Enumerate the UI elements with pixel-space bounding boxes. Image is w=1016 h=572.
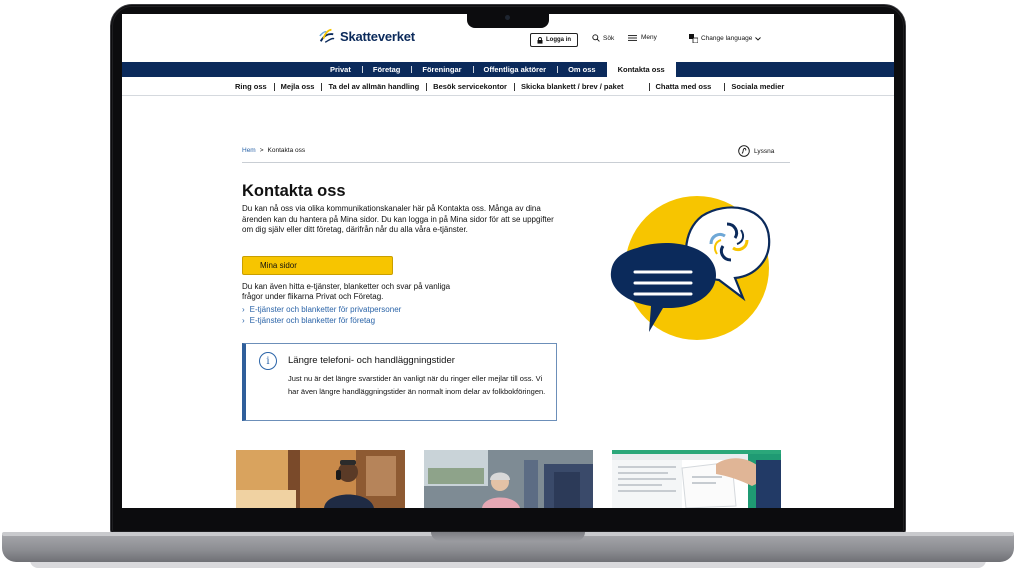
translate-icon (689, 34, 698, 43)
subnav-sociala-medier[interactable]: Sociala medier (724, 82, 791, 91)
chat-bubbles-illustration (610, 196, 771, 340)
subnav-besok-servicekontor[interactable]: Besök servicekontor (426, 82, 514, 91)
sub-navigation: Ring oss Mejla oss Ta del av allmän hand… (122, 77, 894, 96)
breadcrumb-current: Kontakta oss (267, 147, 306, 154)
breadcrumb-home-link[interactable]: Hem (242, 147, 256, 154)
breadcrumb: Hem > Kontakta oss (242, 147, 305, 154)
info-icon: i (259, 352, 277, 370)
browser-screen: Skatteverket Logga in Sök Meny Change la… (122, 14, 894, 508)
nav-tab-privat[interactable]: Privat (319, 62, 362, 77)
link-foretag[interactable]: › E-tjänster och blanketter för företag (242, 316, 375, 325)
listen-label: Lyssna (754, 147, 775, 155)
nav-tab-kontakta-oss[interactable]: Kontakta oss (606, 62, 676, 77)
lock-icon (537, 36, 543, 44)
nav-tab-foretag[interactable]: Företag (361, 62, 412, 77)
subnav-mejla-oss[interactable]: Mejla oss (273, 82, 322, 91)
notice-title: Längre telefoni- och handläggningstider (288, 355, 455, 366)
skatteverket-logo-icon (319, 28, 335, 43)
site-logo[interactable]: Skatteverket (318, 28, 415, 44)
chevron-right-icon: › (242, 316, 245, 325)
subnav-allman-handling[interactable]: Ta del av allmän handling (321, 82, 426, 91)
subnav-ring-oss[interactable]: Ring oss (228, 82, 274, 91)
main-navigation: Privat Företag Föreningar Offentliga akt… (122, 62, 894, 77)
intro-text: Du kan nå oss via olika kommunikationska… (242, 204, 554, 234)
link-label: E-tjänster och blanketter för privatpers… (249, 305, 402, 314)
logo-text: Skatteverket (340, 28, 415, 44)
laptop-mockup: Skatteverket Logga in Sök Meny Change la… (0, 0, 1016, 572)
menu-button[interactable]: Meny (628, 34, 657, 41)
hamburger-icon (628, 34, 637, 41)
card-photo-woman-on-train[interactable] (424, 450, 593, 508)
menu-label: Meny (641, 34, 657, 41)
search-button[interactable]: Sök (592, 34, 614, 42)
card-photo-hand-with-form[interactable] (612, 450, 781, 508)
link-privatpersoner[interactable]: › E-tjänster och blanketter för privatpe… (242, 305, 401, 314)
subnav-chatta-med-oss[interactable]: Chatta med oss (648, 82, 719, 91)
page-title: Kontakta oss (242, 182, 346, 200)
listen-icon (738, 145, 750, 157)
more-info-text: Du kan även hitta e-tjänster, blanketter… (242, 282, 451, 301)
link-label: E-tjänster och blanketter för företag (249, 316, 376, 325)
subnav-skicka-blankett[interactable]: Skicka blankett / brev / paket (513, 82, 631, 91)
language-label: Change language (701, 35, 753, 42)
mina-sidor-button[interactable]: Mina sidor (242, 256, 393, 275)
laptop-opening-groove (431, 532, 585, 541)
login-button[interactable]: Logga in (530, 33, 578, 47)
breadcrumb-separator: > (259, 147, 264, 154)
divider (242, 162, 790, 163)
nav-tab-offentliga-aktorer[interactable]: Offentliga aktörer (472, 62, 558, 77)
card-photo-man-on-phone[interactable] (236, 450, 405, 508)
photo-card-row (122, 450, 894, 508)
change-language-button[interactable]: Change language (689, 34, 762, 43)
notice-box: i Längre telefoni- och handläggningstide… (242, 343, 557, 421)
search-label: Sök (603, 34, 615, 42)
listen-button[interactable]: Lyssna (738, 145, 774, 157)
chevron-down-icon (755, 36, 762, 41)
search-icon (592, 34, 600, 42)
notice-body: Just nu är det längre svarstider än vanl… (288, 374, 546, 396)
nav-tab-om-oss[interactable]: Om oss (557, 62, 607, 77)
nav-tab-foreningar[interactable]: Föreningar (411, 62, 472, 77)
camera-icon (505, 15, 510, 20)
login-label: Logga in (546, 37, 571, 43)
chevron-right-icon: › (242, 305, 245, 314)
